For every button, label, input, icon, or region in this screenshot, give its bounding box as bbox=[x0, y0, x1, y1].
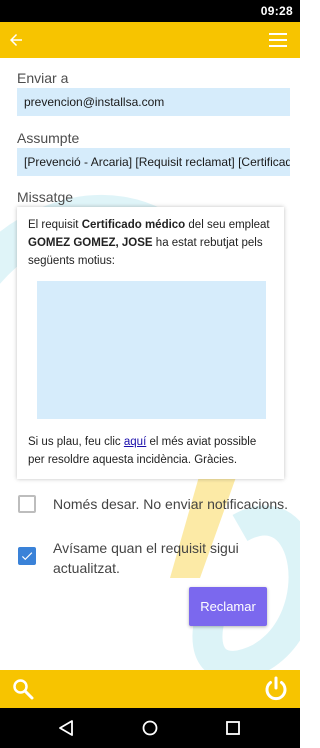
nav-recents-button[interactable] bbox=[223, 718, 243, 738]
message-intro: El requisit Certificado médico del seu e… bbox=[28, 216, 273, 270]
search-button[interactable] bbox=[11, 677, 35, 701]
status-bar: 09:28 bbox=[0, 0, 300, 22]
search-icon bbox=[13, 679, 34, 700]
to-field[interactable]: prevencion@installsa.com bbox=[17, 88, 290, 116]
save-only-checkbox[interactable] bbox=[18, 495, 36, 513]
message-footer-prefix: Si us plau, feu clic bbox=[28, 436, 124, 448]
to-label: Enviar a bbox=[17, 70, 69, 86]
subject-label: Assumpte bbox=[17, 130, 80, 146]
menu-button[interactable] bbox=[266, 28, 290, 52]
nav-home-button[interactable] bbox=[140, 718, 160, 738]
message-intro-middle: del seu empleat bbox=[185, 219, 270, 231]
employee-name: GOMEZ GOMEZ, JOSE bbox=[28, 237, 153, 249]
back-button[interactable] bbox=[4, 28, 28, 52]
save-only-option[interactable]: Només desar. No enviar notificacions. bbox=[18, 495, 288, 514]
message-intro-prefix: El requisit bbox=[28, 219, 82, 231]
message-card: El requisit Certificado médico del seu e… bbox=[17, 207, 284, 479]
hamburger-menu-icon bbox=[269, 33, 287, 47]
status-time: 09:28 bbox=[260, 4, 293, 18]
system-nav-bar bbox=[0, 708, 300, 748]
here-link[interactable]: aquí bbox=[124, 436, 146, 448]
message-footer: Si us plau, feu clic aquí el més aviat p… bbox=[28, 433, 273, 469]
notify-option[interactable]: Avísame quan el requisit sigui actualitz… bbox=[18, 540, 300, 578]
notify-label: Avísame quan el requisit sigui actualitz… bbox=[53, 540, 239, 576]
nav-back-button[interactable] bbox=[56, 718, 76, 738]
power-button[interactable] bbox=[262, 675, 290, 703]
app-bar bbox=[0, 22, 300, 58]
nav-home-icon bbox=[142, 720, 158, 736]
power-icon bbox=[265, 676, 287, 701]
save-only-label: Només desar. No enviar notificacions. bbox=[53, 496, 288, 512]
arrow-back-icon bbox=[10, 34, 22, 46]
nav-recents-icon bbox=[226, 721, 240, 735]
submit-button[interactable]: Reclamar bbox=[189, 587, 267, 626]
nav-back-icon bbox=[59, 720, 73, 736]
subject-field[interactable]: [Prevenció - Arcaria] [Requisit reclamat… bbox=[17, 148, 290, 176]
checkmark-icon bbox=[21, 552, 33, 561]
reason-textarea[interactable] bbox=[37, 281, 266, 419]
notify-checkbox[interactable] bbox=[18, 547, 36, 565]
bottom-bar bbox=[0, 670, 300, 708]
requirement-name: Certificado médico bbox=[81, 219, 186, 231]
message-label: Missatge bbox=[17, 189, 74, 205]
